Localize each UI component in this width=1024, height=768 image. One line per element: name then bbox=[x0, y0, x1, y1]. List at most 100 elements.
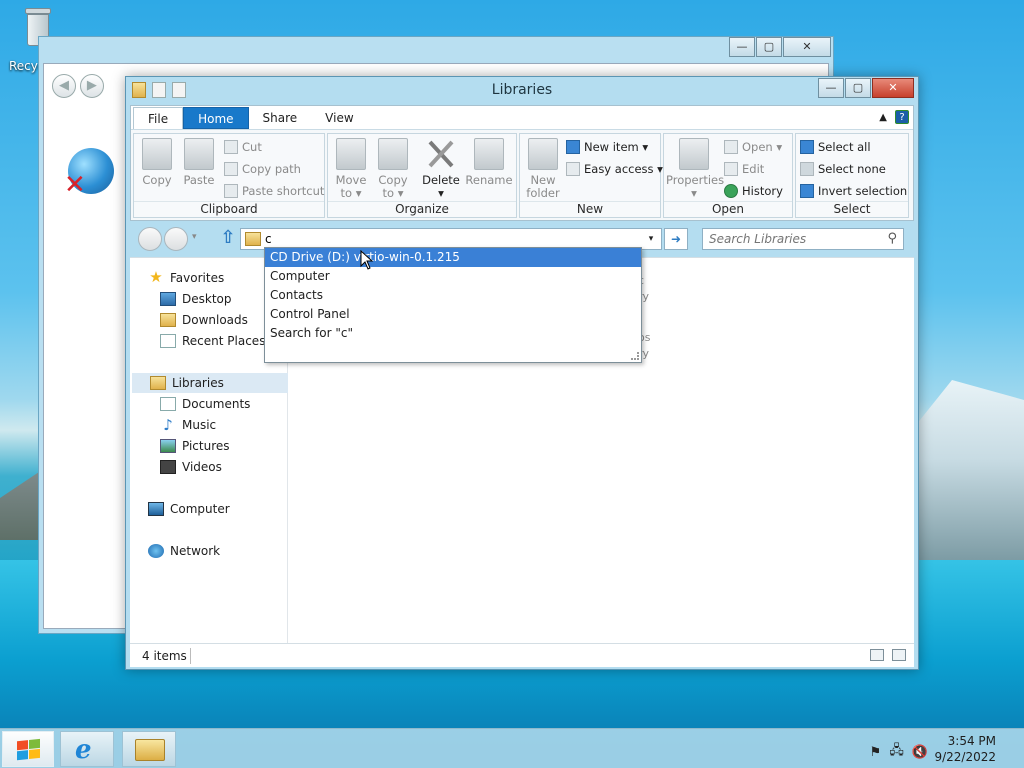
copy-to-button[interactable]: Copy to ▾ bbox=[372, 138, 414, 200]
delete-label: Delete bbox=[422, 173, 460, 187]
recent-places-icon bbox=[160, 334, 176, 348]
edit-label: Edit bbox=[742, 162, 765, 176]
paste-shortcut-button[interactable]: Paste shortcut bbox=[224, 182, 324, 200]
nav-downloads[interactable]: Downloads bbox=[160, 310, 248, 330]
resize-grip-icon[interactable] bbox=[631, 352, 639, 360]
search-icon[interactable]: ⚲ bbox=[887, 231, 897, 246]
ribbon-tabs: File Home Share View ▲ ? bbox=[131, 106, 913, 130]
libraries-icon bbox=[150, 376, 166, 390]
nav-videos-label: Videos bbox=[182, 460, 222, 474]
back-button[interactable] bbox=[138, 227, 162, 251]
bg-nav-buttons: ◀ ▶ bbox=[52, 74, 108, 100]
properties-button[interactable]: Properties ▾ bbox=[666, 138, 724, 200]
action-center-flag-icon[interactable]: ⚑ bbox=[870, 745, 882, 760]
select-all-icon bbox=[800, 140, 814, 154]
delete-dropdown-icon: ▾ bbox=[438, 186, 444, 200]
status-bar: 4 items bbox=[130, 643, 914, 667]
nav-documents[interactable]: Documents bbox=[160, 394, 250, 414]
delete-button[interactable]: Delete ▾ bbox=[420, 138, 462, 200]
nav-computer[interactable]: Computer bbox=[148, 499, 230, 519]
copy-button[interactable]: Copy bbox=[136, 138, 178, 187]
close-button[interactable]: ✕ bbox=[872, 78, 914, 98]
select-all-button[interactable]: Select all bbox=[800, 138, 871, 156]
title-bar[interactable]: Libraries — ▢ ✕ bbox=[126, 77, 918, 105]
bg-forward-icon[interactable]: ▶ bbox=[79, 74, 104, 98]
history-icon bbox=[724, 184, 738, 198]
bg-maximize-button[interactable]: ▢ bbox=[756, 37, 782, 57]
select-none-button[interactable]: Select none bbox=[800, 160, 886, 178]
rename-button[interactable]: Rename bbox=[464, 138, 514, 187]
network-tray-icon[interactable]: 🖧 bbox=[889, 741, 904, 763]
recent-locations-icon[interactable]: ▾ bbox=[192, 232, 197, 242]
autocomplete-item[interactable]: CD Drive (D:) virtio-win-0.1.215 bbox=[265, 248, 641, 267]
go-arrow-icon[interactable]: ➜ bbox=[664, 228, 688, 250]
start-button[interactable] bbox=[2, 731, 54, 767]
address-dropdown-icon[interactable]: ▾ bbox=[643, 229, 659, 249]
details-view-icon[interactable] bbox=[870, 649, 884, 661]
tab-share[interactable]: Share bbox=[249, 107, 312, 129]
explorer-window[interactable]: Libraries — ▢ ✕ File Home Share View ▲ ?… bbox=[125, 76, 919, 670]
select-none-label: Select none bbox=[818, 162, 886, 176]
autocomplete-item[interactable]: Control Panel bbox=[265, 305, 641, 324]
autocomplete-item[interactable]: Search for "c" bbox=[265, 324, 641, 343]
invert-selection-button[interactable]: Invert selection bbox=[800, 182, 907, 200]
ribbon: File Home Share View ▲ ? Copy Paste Cut … bbox=[130, 105, 914, 221]
up-arrow-icon[interactable]: ⇧ bbox=[218, 227, 238, 249]
open-button[interactable]: Open ▾ bbox=[724, 138, 782, 156]
history-label: History bbox=[742, 184, 783, 198]
scissors-icon bbox=[224, 140, 238, 154]
edit-icon bbox=[724, 162, 738, 176]
open-icon bbox=[724, 140, 738, 154]
nav-pictures[interactable]: Pictures bbox=[160, 436, 230, 456]
nav-desktop[interactable]: Desktop bbox=[160, 289, 232, 309]
tab-home[interactable]: Home bbox=[183, 107, 249, 129]
autocomplete-item[interactable]: Contacts bbox=[265, 286, 641, 305]
volume-muted-icon[interactable]: 🔇 bbox=[912, 745, 928, 760]
file-explorer-icon bbox=[135, 739, 165, 761]
paste-icon bbox=[184, 138, 214, 170]
group-organize: Move to ▾ Copy to ▾ Delete ▾ Rename Orga… bbox=[327, 133, 517, 218]
edit-button[interactable]: Edit bbox=[724, 160, 764, 178]
background-window-titlebar[interactable]: — ▢ ✕ bbox=[39, 37, 833, 63]
maximize-button[interactable]: ▢ bbox=[845, 78, 871, 98]
tab-view[interactable]: View bbox=[311, 107, 367, 129]
copy-path-button[interactable]: Copy path bbox=[224, 160, 301, 178]
bg-close-button[interactable]: ✕ bbox=[783, 37, 831, 57]
paste-button[interactable]: Paste bbox=[178, 138, 220, 187]
window-title: Libraries bbox=[491, 82, 553, 98]
nav-music[interactable]: ♪ Music bbox=[160, 415, 216, 435]
film-strip-icon bbox=[160, 460, 176, 474]
copy-path-label: Copy path bbox=[242, 162, 301, 176]
taskbar-internet-explorer[interactable]: e bbox=[60, 731, 114, 767]
address-input[interactable] bbox=[265, 230, 625, 248]
autocomplete-item[interactable]: Computer bbox=[265, 267, 641, 286]
forward-button[interactable] bbox=[164, 227, 188, 251]
nav-network[interactable]: Network bbox=[148, 541, 220, 561]
nav-favorites[interactable]: ★ Favorites bbox=[148, 268, 224, 288]
large-icons-view-icon[interactable] bbox=[892, 649, 906, 661]
minimize-button[interactable]: — bbox=[818, 78, 844, 98]
bg-minimize-button[interactable]: — bbox=[729, 37, 755, 57]
search-box[interactable]: ⚲ bbox=[702, 228, 904, 250]
history-button[interactable]: History bbox=[724, 182, 783, 200]
ribbon-collapse-icon[interactable]: ▲ bbox=[879, 112, 887, 123]
new-folder-button[interactable]: New folder bbox=[522, 138, 564, 200]
open-label: Open ▾ bbox=[742, 140, 783, 154]
taskbar: e ⚑ 🖧 🔇 3:54 PM 9/22/2022 bbox=[0, 728, 1024, 768]
clock-time: 3:54 PM bbox=[947, 734, 996, 748]
new-item-button[interactable]: New item ▾ bbox=[566, 138, 648, 156]
help-icon[interactable]: ? bbox=[895, 110, 909, 124]
nav-recent-places[interactable]: Recent Places bbox=[160, 331, 265, 351]
move-to-button[interactable]: Move to ▾ bbox=[330, 138, 372, 200]
search-input[interactable] bbox=[709, 231, 877, 247]
easy-access-button[interactable]: Easy access ▾ bbox=[566, 160, 663, 178]
nav-computer-label: Computer bbox=[170, 502, 230, 516]
taskbar-file-explorer[interactable] bbox=[122, 731, 176, 767]
tab-file[interactable]: File bbox=[133, 107, 184, 129]
cut-button[interactable]: Cut bbox=[224, 138, 262, 156]
clock[interactable]: 3:54 PM 9/22/2022 bbox=[934, 733, 996, 765]
bg-back-icon[interactable]: ◀ bbox=[52, 74, 76, 98]
easy-access-label: Easy access ▾ bbox=[584, 162, 663, 176]
nav-videos[interactable]: Videos bbox=[160, 457, 222, 477]
nav-libraries[interactable]: Libraries bbox=[132, 373, 288, 393]
